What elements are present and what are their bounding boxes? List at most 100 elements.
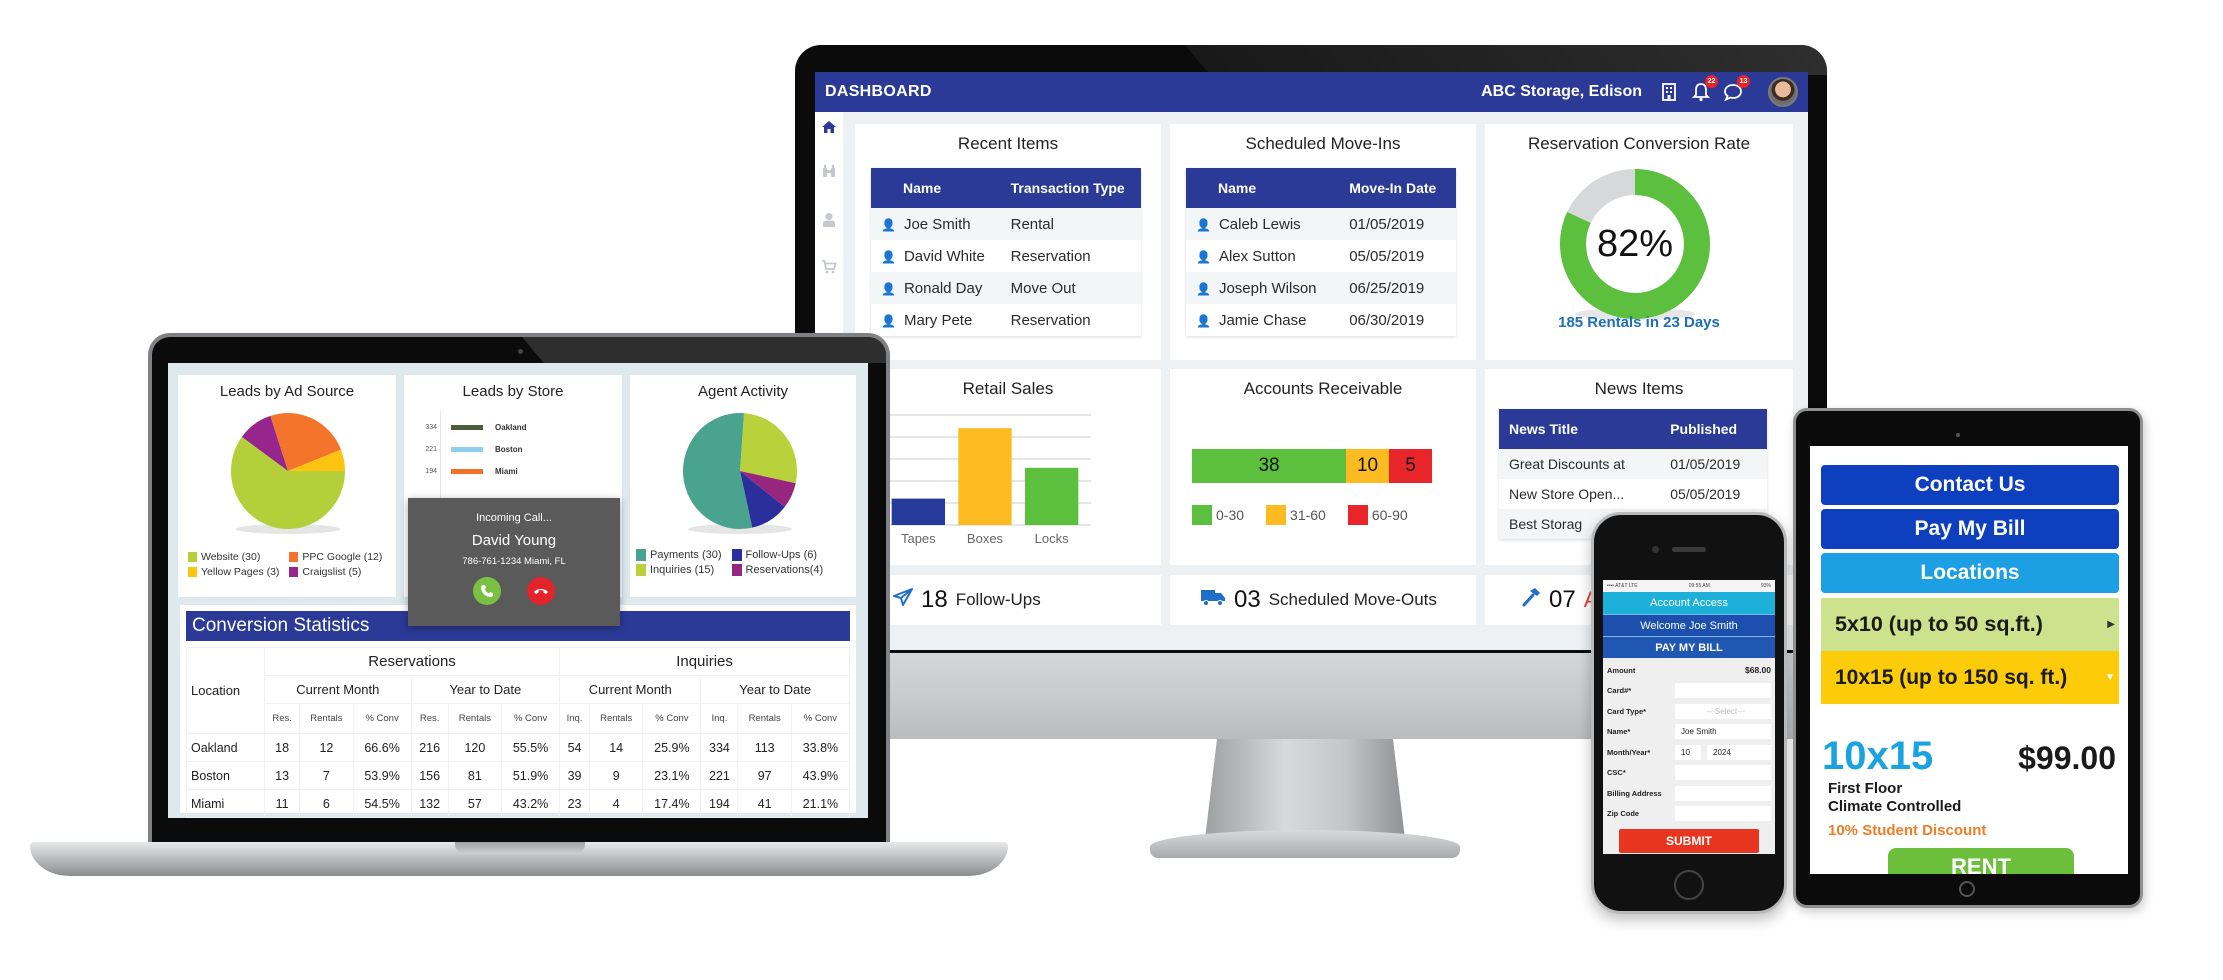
- contact-us-button[interactable]: Contact Us: [1821, 465, 2119, 505]
- chat-icon[interactable]: 13: [1722, 75, 1750, 103]
- accept-call-button[interactable]: [473, 577, 501, 605]
- locations-button[interactable]: Locations: [1821, 553, 2119, 593]
- cell-text: Great Discounts at: [1509, 456, 1625, 472]
- person-icon: 👤: [881, 249, 896, 264]
- card-title: Reservation Conversion Rate: [1527, 134, 1751, 153]
- location-cell: Boston: [186, 761, 265, 790]
- table-row[interactable]: 👤 David White Reservation: [871, 240, 1141, 272]
- unit-option-5x10[interactable]: 5x10 (up to 50 sq.ft.) ▶: [1821, 598, 2119, 651]
- form-row: Card Type* ---Select---: [1603, 701, 1775, 722]
- binoculars-icon[interactable]: [819, 164, 839, 182]
- retail-sales-card: Retail Sales 01020304050TapesBoxesLocks: [855, 369, 1161, 565]
- stat-number: 18: [921, 586, 948, 613]
- user-icon[interactable]: [819, 212, 839, 232]
- avatar[interactable]: [1768, 77, 1798, 107]
- unit-option-10x15[interactable]: 10x15 (up to 150 sq. ft.) ▼: [1821, 651, 2119, 704]
- column-header[interactable]: Name: [1186, 168, 1340, 208]
- column-header[interactable]: Move-In Date: [1339, 168, 1456, 208]
- message-badge: 13: [1737, 75, 1750, 88]
- cell-text: Best Storag: [1509, 516, 1583, 532]
- cell-text: Caleb Lewis: [1218, 215, 1301, 233]
- form-input[interactable]: [1675, 765, 1771, 781]
- column-header[interactable]: News Title: [1499, 409, 1661, 449]
- legend-swatch: [188, 552, 197, 562]
- form-input[interactable]: [1675, 683, 1771, 699]
- phone-home-button[interactable]: [1674, 870, 1704, 900]
- column-header[interactable]: Published: [1660, 409, 1767, 449]
- bell-icon[interactable]: 22: [1690, 75, 1718, 103]
- unit-feature: First Floor: [1828, 780, 1903, 797]
- store-selector[interactable]: ABC Storage, Edison: [1481, 83, 1642, 101]
- decline-call-button[interactable]: [527, 577, 555, 605]
- column-header[interactable]: Name: [871, 168, 1001, 208]
- table-cell: 216: [410, 733, 449, 762]
- form-input[interactable]: Joe Smith: [1675, 724, 1771, 740]
- table-row[interactable]: New Store Open... 05/05/2019: [1499, 479, 1767, 509]
- table-row[interactable]: 👤 Joe Smith Rental: [871, 208, 1141, 240]
- stat-move-outs[interactable]: 03 Scheduled Move-Outs: [1170, 575, 1476, 625]
- cart-icon[interactable]: [819, 260, 839, 278]
- paper-plane-icon: [893, 588, 913, 612]
- aging-segment[interactable]: 5: [1389, 449, 1432, 483]
- cell-text: David White: [903, 247, 985, 265]
- table-cell: Reservation: [1000, 304, 1141, 336]
- cell-text: 05/05/2019: [1349, 247, 1425, 265]
- form-input[interactable]: [1675, 785, 1771, 801]
- chevron-right-icon: ▶: [2107, 619, 2115, 630]
- table-row[interactable]: Boston 13 7 53.9% 156 81 51.9% 39 9 23.1% 221 97 43.…: [186, 761, 851, 790]
- legend-label: Craigslist (5): [302, 566, 362, 578]
- hammer-icon: [1521, 587, 1541, 613]
- group-header: Reservations: [263, 647, 561, 676]
- legend-item: 0-30: [1192, 505, 1244, 525]
- year-select[interactable]: 2024: [1707, 744, 1771, 760]
- table-row[interactable]: 👤 Ronald Day Move Out: [871, 272, 1141, 304]
- column-header[interactable]: Transaction Type: [1000, 168, 1141, 208]
- pie-slice[interactable]: [740, 413, 797, 484]
- table-cell: 33.8%: [790, 733, 851, 762]
- table-row[interactable]: Oakland 18 12 66.6% 216 120 55.5% 54 14 25.9% 334 1…: [186, 733, 851, 762]
- x-tick-label: Boxes: [967, 531, 1004, 546]
- table-row[interactable]: Great Discounts at 01/05/2019: [1499, 449, 1767, 479]
- form-input[interactable]: [1675, 806, 1771, 822]
- conversion-rate-card: Reservation Conversion Rate 82% 185 Rent…: [1485, 124, 1793, 360]
- table-row[interactable]: 👤 Jamie Chase 06/30/2019: [1186, 304, 1456, 336]
- table-cell: 97: [737, 761, 792, 790]
- bar-boxes[interactable]: [958, 428, 1012, 525]
- table-cell: 06/30/2019: [1339, 304, 1456, 336]
- table-cell: 55.5%: [501, 733, 561, 762]
- caller-info: 786-761-1234 Miami, FL: [462, 556, 566, 567]
- stat-follow-ups[interactable]: 18 Follow-Ups: [855, 575, 1161, 625]
- field-label: Card#*: [1607, 686, 1632, 696]
- table-cell: 113: [737, 733, 792, 762]
- legend-label: 31-60: [1290, 507, 1326, 523]
- cell-text: Jamie Chase: [1218, 311, 1307, 329]
- bar-locks[interactable]: [1025, 467, 1079, 525]
- person-icon: 👤: [1196, 313, 1211, 328]
- aging-segment[interactable]: 38: [1192, 449, 1347, 483]
- sub-header: Rentals: [737, 703, 792, 734]
- table-cell: 👤 Joseph Wilson: [1186, 272, 1340, 304]
- table-cell: 51.9%: [501, 761, 561, 790]
- person-icon: 👤: [881, 281, 896, 296]
- home-icon[interactable]: [819, 120, 839, 138]
- legend-label: Follow-Ups (6): [745, 549, 818, 561]
- table-row[interactable]: 👤 Caleb Lewis 01/05/2019: [1186, 208, 1456, 240]
- submit-button[interactable]: SUBMIT: [1619, 829, 1759, 853]
- cell-text: Mary Pete: [903, 311, 973, 329]
- period-header: Current Month: [559, 675, 702, 704]
- month-select[interactable]: 10: [1675, 744, 1701, 760]
- form-input[interactable]: ---Select---: [1675, 703, 1771, 719]
- table-cell: 👤 David White: [871, 240, 1001, 272]
- tablet-home-button[interactable]: [1959, 881, 1975, 897]
- table-row[interactable]: 👤 Alex Sutton 05/05/2019: [1186, 240, 1456, 272]
- rent-button[interactable]: RENT: [1888, 848, 2074, 874]
- table-row[interactable]: Miami 11 6 54.5% 132 57 43.2% 23 4 17.4% 194 41 21.1…: [186, 789, 851, 818]
- table-row[interactable]: 👤 Mary Pete Reservation: [871, 304, 1141, 336]
- aging-segment[interactable]: 10: [1346, 449, 1390, 483]
- building-icon[interactable]: [1658, 81, 1680, 103]
- pay-my-bill-button[interactable]: Pay My Bill: [1821, 509, 2119, 549]
- bar-tapes[interactable]: [891, 498, 945, 525]
- store-series: 221 Boston: [425, 445, 522, 454]
- table-row[interactable]: 👤 Joseph Wilson 06/25/2019: [1186, 272, 1456, 304]
- tablet-screen: Contact Us Pay My Bill Locations 5x10 (u…: [1810, 446, 2128, 874]
